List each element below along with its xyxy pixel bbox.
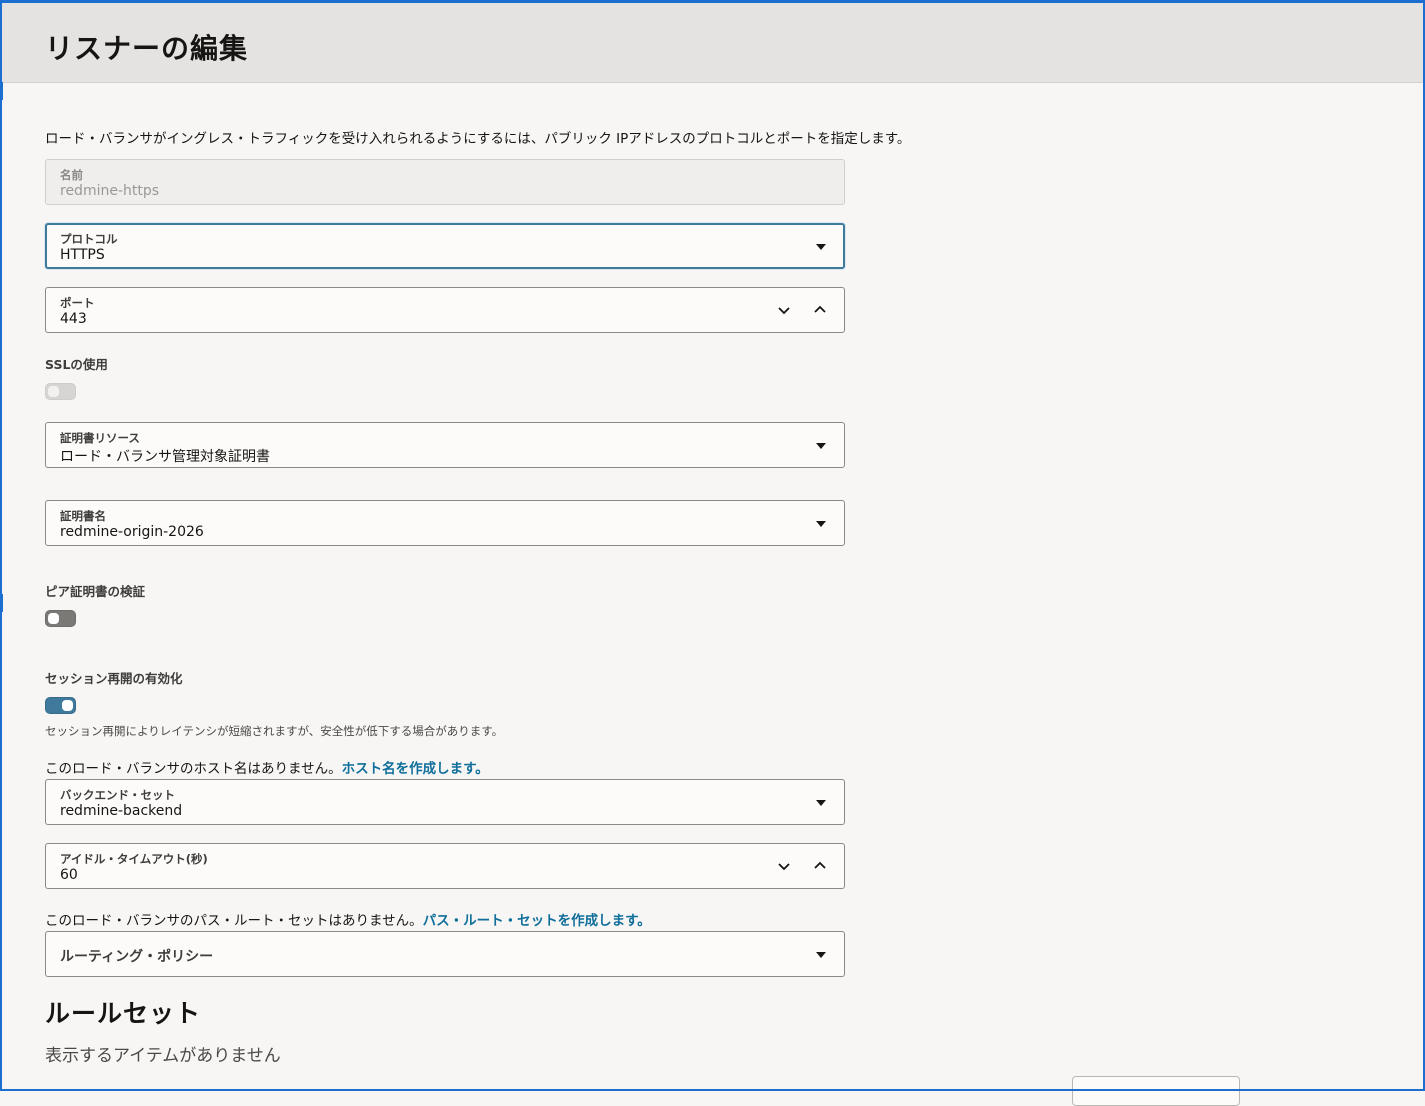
protocol-label: プロトコル: [60, 232, 118, 246]
session-resume-help: セッション再開によりレイテンシが短縮されますが、安全性が低下する場合があります。: [45, 724, 504, 738]
rule-sets-empty-message: 表示するアイテムがありません: [45, 1046, 281, 1066]
port-value[interactable]: 443: [60, 311, 87, 327]
page-description: ロード・バランサがイングレス・トラフィックを受け入れられるようにするには、パブリ…: [45, 131, 911, 147]
protocol-select[interactable]: プロトコル HTTPS: [45, 223, 845, 269]
cert-resource-value: ロード・バランサ管理対象証明書: [60, 449, 270, 465]
name-label: 名前: [60, 168, 83, 182]
cert-name-label: 証明書名: [60, 509, 106, 523]
peer-verify-toggle[interactable]: [45, 610, 76, 627]
cert-name-value: redmine-origin-2026: [60, 524, 204, 540]
hostname-info-text: このロード・バランサのホスト名はありません。: [45, 761, 342, 777]
port-input[interactable]: ポート 443: [45, 287, 845, 333]
session-resume-toggle[interactable]: [45, 697, 76, 714]
create-hostname-link[interactable]: ホスト名を作成します。: [342, 761, 489, 777]
routing-policy-label: ルーティング・ポリシー: [60, 949, 214, 965]
chevron-down-icon[interactable]: [816, 443, 826, 449]
footer-button[interactable]: [1072, 1076, 1240, 1106]
left-edge-marker: [0, 82, 3, 100]
chevron-down-icon[interactable]: [816, 244, 826, 250]
port-label: ポート: [60, 296, 95, 310]
panel-header: リスナーの編集: [2, 3, 1423, 83]
toggle-knob: [48, 386, 59, 397]
peer-verify-label: ピア証明書の検証: [45, 584, 146, 599]
increment-icon[interactable]: [812, 858, 828, 874]
toggle-knob: [62, 700, 73, 711]
increment-icon[interactable]: [812, 302, 828, 318]
rule-sets-heading: ルールセット: [45, 999, 202, 1028]
name-value: redmine-https: [60, 183, 160, 199]
path-route-info: このロード・バランサのパス・ルート・セットはありません。パス・ルート・セットを作…: [45, 909, 651, 929]
cert-name-select[interactable]: 証明書名 redmine-origin-2026: [45, 500, 845, 546]
idle-timeout-value[interactable]: 60: [60, 867, 78, 883]
ssl-label: SSLの使用: [45, 357, 108, 372]
backend-set-label: バックエンド・セット: [60, 788, 175, 802]
decrement-icon[interactable]: [776, 858, 792, 874]
toggle-knob: [48, 613, 59, 624]
cert-resource-select[interactable]: 証明書リソース ロード・バランサ管理対象証明書: [45, 422, 845, 468]
hostname-info: このロード・バランサのホスト名はありません。ホスト名を作成します。: [45, 757, 489, 777]
chevron-down-icon[interactable]: [816, 800, 826, 806]
path-route-info-text: このロード・バランサのパス・ルート・セットはありません。: [45, 913, 423, 929]
chevron-down-icon[interactable]: [816, 952, 826, 958]
backend-set-select[interactable]: バックエンド・セット redmine-backend: [45, 779, 845, 825]
ssl-toggle: [45, 383, 76, 400]
name-field: 名前 redmine-https: [45, 159, 845, 205]
idle-timeout-input[interactable]: アイドル・タイムアウト(秒) 60: [45, 843, 845, 889]
backend-set-value: redmine-backend: [60, 803, 183, 819]
cert-resource-label: 証明書リソース: [60, 431, 140, 445]
idle-timeout-label: アイドル・タイムアウト(秒): [60, 852, 208, 866]
page-title: リスナーの編集: [45, 32, 249, 65]
session-resume-label: セッション再開の有効化: [45, 671, 183, 686]
create-path-route-link[interactable]: パス・ルート・セットを作成します。: [423, 913, 651, 929]
chevron-down-icon[interactable]: [816, 521, 826, 527]
left-edge-marker: [0, 594, 3, 612]
routing-policy-select[interactable]: ルーティング・ポリシー: [45, 931, 845, 977]
decrement-icon[interactable]: [776, 302, 792, 318]
protocol-value: HTTPS: [60, 247, 105, 263]
